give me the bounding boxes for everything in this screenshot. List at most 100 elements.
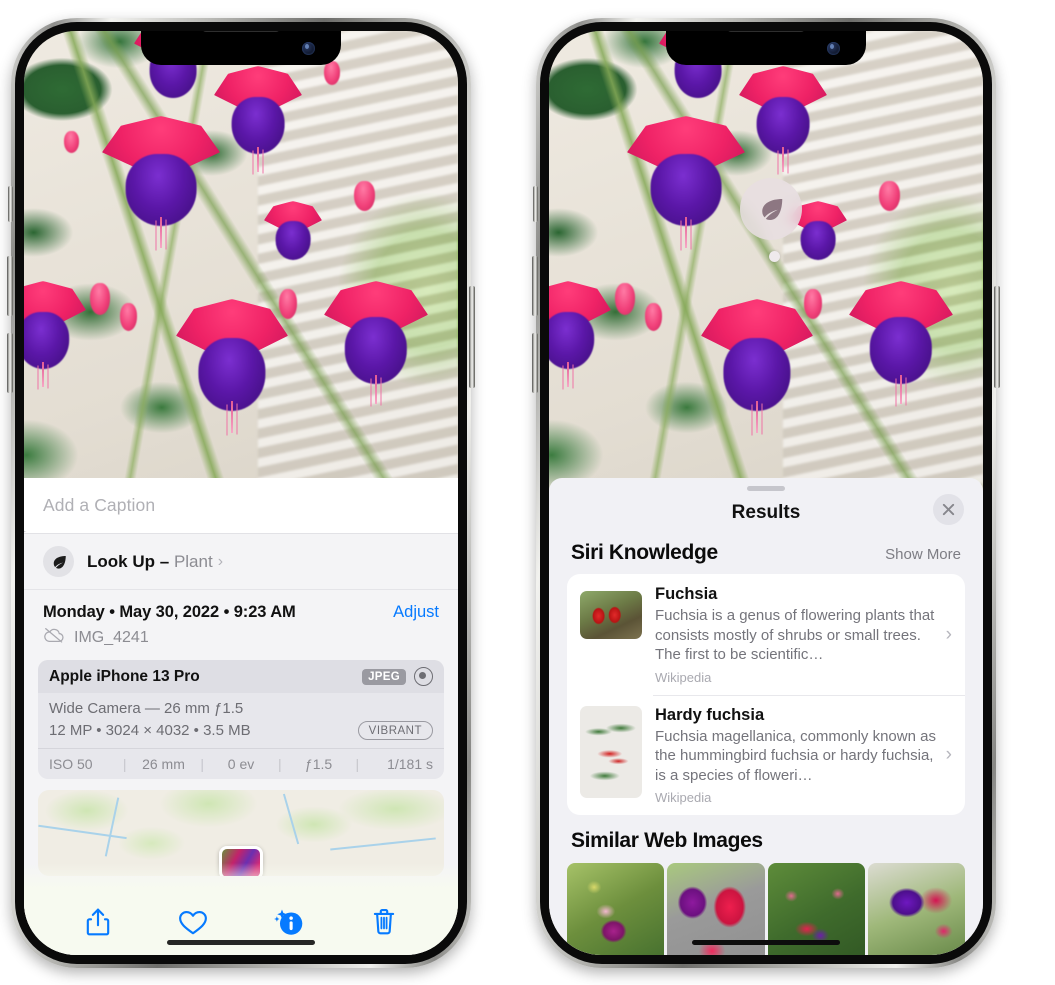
- flower: [24, 281, 86, 387]
- close-button[interactable]: [933, 494, 964, 525]
- home-indicator[interactable]: [692, 940, 840, 945]
- map-river: [330, 837, 436, 851]
- result-thumbnail: [580, 705, 642, 798]
- knowledge-card-list: Fuchsia Fuchsia is a genus of flowering …: [567, 574, 965, 815]
- delete-button[interactable]: [337, 907, 433, 937]
- results-header: Results: [549, 491, 983, 535]
- mute-switch[interactable]: [533, 186, 538, 222]
- result-source: Wikipedia: [655, 669, 712, 685]
- flower: [627, 116, 745, 248]
- section-title: Siri Knowledge: [571, 541, 718, 564]
- flower: [849, 281, 953, 405]
- chevron-right-icon: ›: [217, 552, 224, 570]
- list-item[interactable]: Fuchsia Fuchsia is a genus of flowering …: [567, 574, 965, 695]
- home-indicator[interactable]: [167, 940, 315, 945]
- sparkle-icon: ✦: [24, 525, 28, 540]
- front-camera: [302, 42, 315, 55]
- map-river: [38, 825, 128, 840]
- camera-details-card[interactable]: Apple iPhone 13 Pro JPEG Wide Camera — 2…: [38, 660, 444, 779]
- stat-shutter: 1/181 s: [387, 756, 434, 772]
- cloud-slash-icon: [43, 627, 65, 648]
- siri-knowledge-header: Siri Knowledge Show More: [549, 535, 983, 574]
- result-title: Hardy fuchsia: [655, 705, 765, 724]
- web-image-thumbnail[interactable]: [567, 863, 665, 955]
- photo-info-sheet: Add a Caption ✦ Look Up – Plant › Monday…: [24, 478, 458, 955]
- flower: [176, 299, 288, 434]
- result-description: Fuchsia is a genus of flowering plants t…: [655, 607, 935, 663]
- caption-field-row[interactable]: Add a Caption: [24, 478, 458, 534]
- power-button[interactable]: [994, 286, 1000, 388]
- notch: [141, 31, 341, 65]
- volume-down-button[interactable]: [532, 333, 538, 393]
- flower-bud: [615, 283, 635, 315]
- info-button[interactable]: [241, 907, 337, 937]
- flower-bud: [354, 181, 375, 211]
- list-item[interactable]: Hardy fuchsia Fuchsia magellanica, commo…: [567, 694, 965, 816]
- chevron-right-icon: ›: [945, 623, 952, 645]
- flower: [701, 299, 813, 434]
- photographic-style-badge: VIBRANT: [357, 721, 433, 740]
- section-title: Similar Web Images: [571, 829, 763, 852]
- earpiece-speaker: [727, 31, 805, 32]
- stat-focal: 26 mm: [142, 756, 185, 772]
- visual-lookup-leaf-badge[interactable]: [740, 178, 802, 240]
- flower: [102, 116, 220, 248]
- similar-web-images-header: Similar Web Images: [549, 815, 983, 859]
- flower-bud: [90, 283, 110, 315]
- flower-bud: [279, 289, 297, 319]
- capture-date: Monday • May 30, 2022 • 9:23 AM: [43, 603, 296, 621]
- results-sheet: Results Siri Knowledge Show More Fuchsia…: [549, 478, 983, 955]
- chevron-right-icon: ›: [945, 744, 952, 766]
- flower-bud: [324, 61, 340, 85]
- front-camera: [827, 42, 840, 55]
- earpiece-speaker: [202, 31, 280, 32]
- visual-lookup-anchor-dot: [769, 251, 780, 262]
- leaf-icon: [43, 546, 74, 577]
- flower-bud: [120, 303, 137, 331]
- web-image-thumbnail[interactable]: [867, 863, 965, 955]
- flower: [549, 281, 611, 387]
- exposure-stats: ISO 50 | 26 mm | 0 ev | ƒ1.5 | 1/181 s: [38, 748, 444, 779]
- volume-down-button[interactable]: [7, 333, 13, 393]
- power-button[interactable]: [469, 286, 475, 388]
- result-title: Fuchsia: [655, 585, 718, 603]
- image-specs: 12 MP • 3024 × 4032 • 3.5 MB: [49, 722, 251, 739]
- device-name: Apple iPhone 13 Pro: [49, 667, 200, 685]
- flower-bud: [64, 131, 79, 153]
- flower: [264, 201, 322, 265]
- aperture-icon: [414, 667, 433, 686]
- flower: [214, 66, 302, 172]
- flower-bud: [804, 289, 822, 319]
- mute-switch[interactable]: [8, 186, 13, 222]
- flower-bud: [879, 181, 900, 211]
- volume-up-button[interactable]: [7, 256, 13, 316]
- results-title: Results: [731, 502, 801, 523]
- left-phone: Add a Caption ✦ Look Up – Plant › Monday…: [7, 18, 475, 968]
- notch: [666, 31, 866, 65]
- show-more-button[interactable]: Show More: [885, 546, 961, 563]
- adjust-button[interactable]: Adjust: [393, 603, 439, 622]
- flower: [739, 66, 827, 172]
- stat-iso: ISO 50: [49, 756, 93, 772]
- right-screen: Results Siri Knowledge Show More Fuchsia…: [549, 31, 983, 955]
- result-description: Fuchsia magellanica, commonly known as t…: [655, 727, 936, 784]
- photo-toolbar: [24, 889, 458, 955]
- format-badge: JPEG: [362, 668, 406, 685]
- volume-up-button[interactable]: [532, 256, 538, 316]
- toolbar-fade: [24, 863, 458, 889]
- map-river: [282, 794, 299, 845]
- caption-placeholder: Add a Caption: [43, 495, 156, 515]
- result-thumbnail: [580, 591, 642, 639]
- share-button[interactable]: [50, 907, 146, 937]
- favorite-button[interactable]: [146, 909, 242, 936]
- look-up-row[interactable]: ✦ Look Up – Plant ›: [24, 525, 458, 590]
- result-source: Wikipedia: [655, 790, 712, 805]
- stat-ev: 0 ev: [227, 756, 255, 772]
- look-up-label: Look Up – Plant: [87, 551, 213, 571]
- lens-info: Wide Camera — 26 mm ƒ1.5: [49, 700, 244, 717]
- map-river: [104, 797, 120, 857]
- stat-aperture: ƒ1.5: [304, 756, 333, 772]
- left-screen: Add a Caption ✦ Look Up – Plant › Monday…: [24, 31, 458, 955]
- photo-metadata: Monday • May 30, 2022 • 9:23 AM Adjust I…: [24, 590, 458, 657]
- right-phone: Results Siri Knowledge Show More Fuchsia…: [532, 18, 1000, 968]
